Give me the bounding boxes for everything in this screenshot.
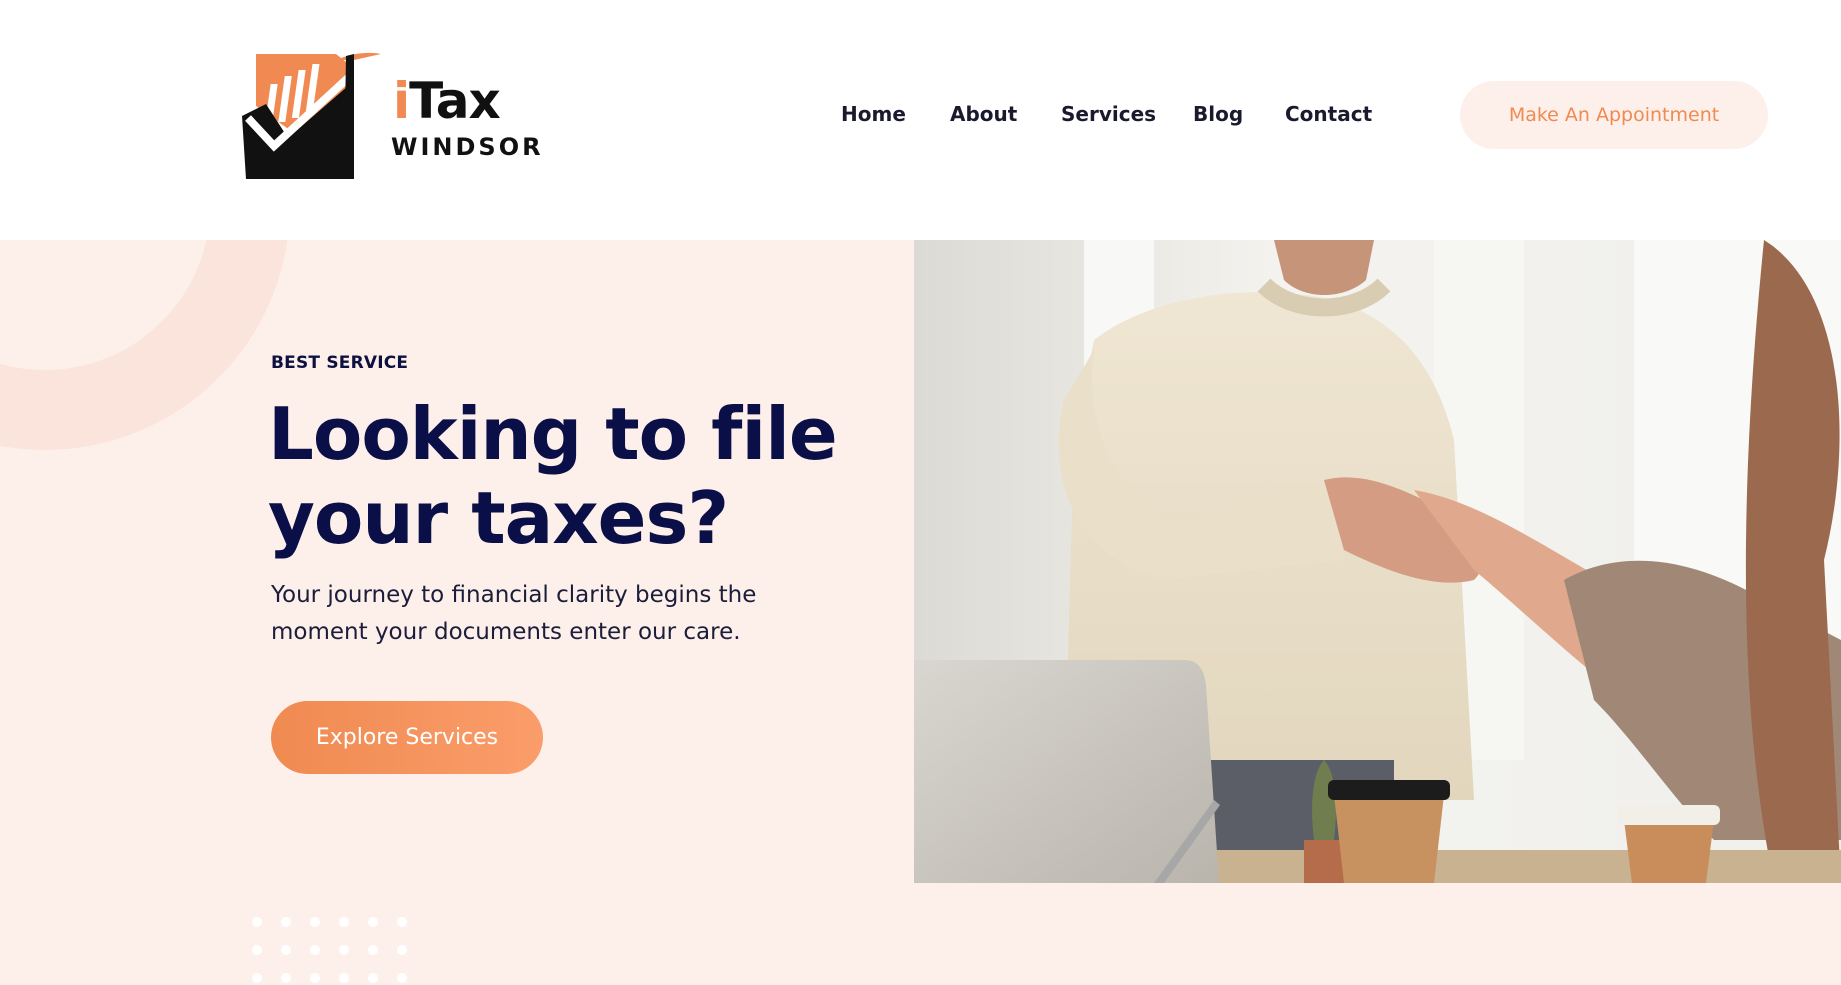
nav-about[interactable]: About xyxy=(950,102,1017,126)
decorative-ring xyxy=(0,240,290,450)
hero-subtext: Your journey to financial clarity begins… xyxy=(271,582,757,645)
logo-letter-i: i xyxy=(393,72,410,130)
logo-letters-tax: Tax xyxy=(409,72,501,130)
make-appointment-button[interactable]: Make An Appointment xyxy=(1460,81,1768,149)
hero-section: BEST SERVICE Looking to file your taxes?… xyxy=(0,240,1841,985)
hero-eyebrow: BEST SERVICE xyxy=(271,353,409,373)
nav-services[interactable]: Services xyxy=(1061,102,1156,126)
handshake-photo-image xyxy=(914,240,1841,883)
explore-services-button[interactable]: Explore Services xyxy=(271,701,543,774)
logo-wordmark: iTax xyxy=(393,76,501,126)
site-header: iTax WINDSOR Home About Services Blog Co… xyxy=(0,0,1841,240)
nav-home[interactable]: Home xyxy=(841,102,906,126)
checkmark-chart-logo-icon xyxy=(242,52,381,179)
nav-contact[interactable]: Contact xyxy=(1285,102,1372,126)
hero-headline: Looking to file your taxes? xyxy=(268,392,838,560)
decorative-dot-grid xyxy=(252,917,412,985)
nav-blog[interactable]: Blog xyxy=(1193,102,1243,126)
logo-subtitle: WINDSOR xyxy=(391,133,544,161)
brand-logo[interactable]: iTax WINDSOR xyxy=(236,46,541,186)
handshake-photo xyxy=(914,240,1841,883)
